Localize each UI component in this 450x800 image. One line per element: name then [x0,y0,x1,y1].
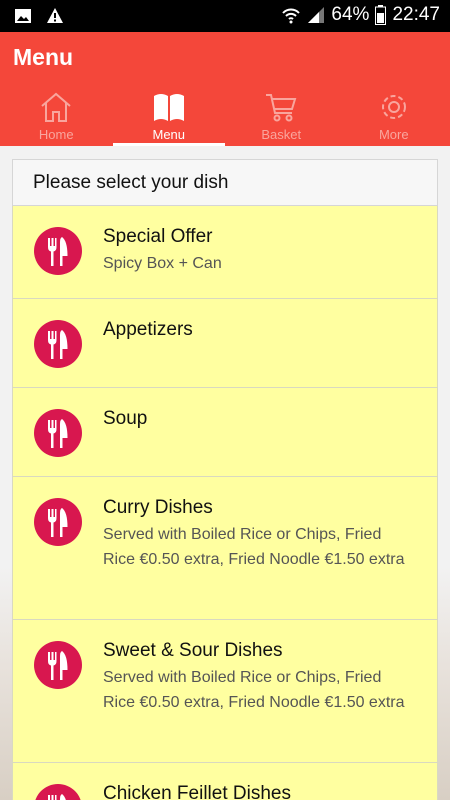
menu-item-curry-dishes[interactable]: Curry Dishes Served with Boiled Rice or … [12,477,438,620]
item-name: Sweet & Sour Dishes [103,640,283,661]
warning-icon [47,8,63,23]
tab-menu[interactable]: Menu [112,88,226,146]
menu-item-appetizers[interactable]: Appetizers [12,299,438,388]
menu-item-chicken-feillet-dishes[interactable]: Chicken Feillet Dishes [12,763,438,800]
item-description: Served with Boiled Rice or Chips, Fried … [103,669,405,711]
cutlery-icon [34,641,82,689]
battery-percent: 64% [331,4,370,25]
tab-home[interactable]: Home [0,88,113,146]
app-bar: Menu Home Menu Basket More [0,32,450,146]
page-title: Menu [13,44,74,70]
status-bar: 64% 22:47 [0,0,450,32]
tab-more[interactable]: More [338,88,450,146]
cutlery-icon [34,409,82,457]
menu-item-soup[interactable]: Soup [12,388,438,477]
book-icon [153,94,184,121]
dish-list: Please select your dish Special Offer Sp… [12,159,438,800]
menu-item-sweet-sour-dishes[interactable]: Sweet & Sour Dishes Served with Boiled R… [12,620,438,763]
cutlery-icon [34,227,82,275]
list-heading: Please select your dish [12,159,438,206]
tab-bar: Home Menu Basket More [0,88,450,146]
cart-icon [266,94,297,122]
content-area: Please select your dish Special Offer Sp… [0,146,450,800]
gear-icon [381,95,406,119]
item-description: Served with Boiled Rice or Chips, Fried … [103,526,405,568]
tab-label: Menu [152,127,186,142]
item-name: Appetizers [103,319,193,340]
cutlery-icon [34,320,82,368]
item-name: Special Offer [103,226,213,247]
wifi-icon [282,8,301,24]
item-name: Soup [103,408,148,429]
cutlery-icon [35,784,81,800]
image-icon [15,9,31,23]
item-description: Spicy Box + Can [103,255,222,272]
tab-label: More [378,127,409,142]
tab-label: Home [38,127,74,142]
battery-icon [375,5,387,25]
signal-icon [308,7,325,23]
tab-basket[interactable]: Basket [225,88,338,146]
item-name: Chicken Feillet Dishes [103,783,291,800]
menu-item-special-offer[interactable]: Special Offer Spicy Box + Can [12,206,438,299]
clock: 22:47 [392,4,440,25]
tab-label: Basket [261,127,302,142]
home-icon [41,92,71,122]
item-name: Curry Dishes [103,497,213,518]
cutlery-icon [34,498,82,546]
